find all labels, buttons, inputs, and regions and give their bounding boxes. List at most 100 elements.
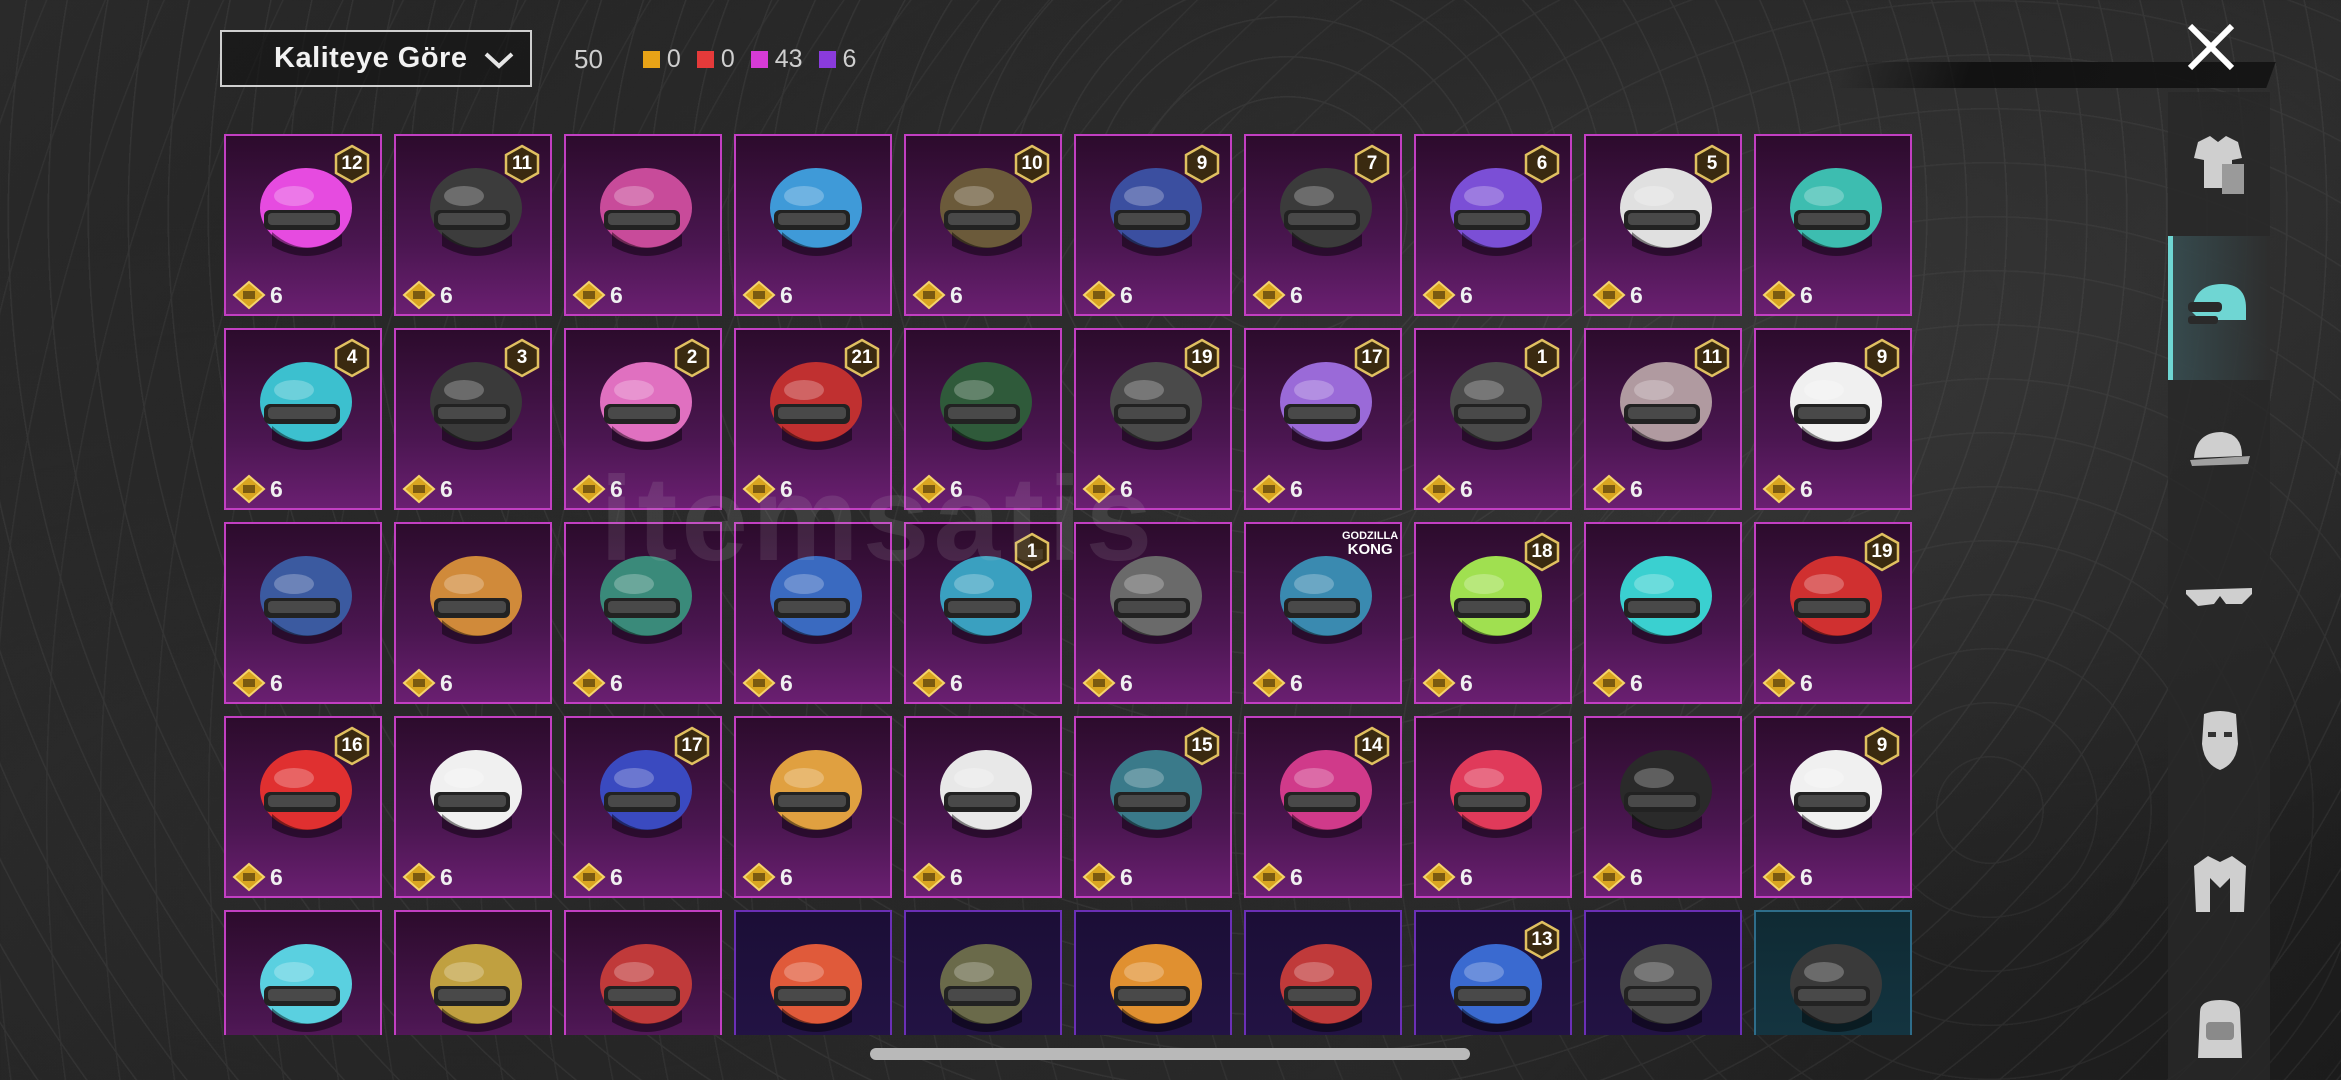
home-indicator[interactable] bbox=[870, 1048, 1470, 1060]
item-card[interactable]: 6 bbox=[1414, 716, 1572, 898]
item-card[interactable]: 6 bbox=[564, 522, 722, 704]
item-card[interactable]: 19 6 bbox=[1754, 522, 1912, 704]
item-card[interactable]: 10 6 bbox=[904, 134, 1062, 316]
level-badge: 4 bbox=[334, 338, 370, 378]
inventory-grid-viewport[interactable]: 12 6 11 6 6 6 10 6 9 6 7 6 6 6 5 6 6 4 6 3 6 2 6 21 6 6 19 6 17 6 1 6 11… bbox=[0, 0, 2341, 1035]
item-card[interactable]: 11 6 bbox=[1584, 328, 1742, 510]
item-card[interactable]: 6 bbox=[394, 522, 552, 704]
sidebar-tab-jacket[interactable] bbox=[2168, 812, 2270, 956]
price-row: 6 bbox=[1762, 474, 1813, 504]
item-card[interactable]: 6 bbox=[224, 522, 382, 704]
level-badge-value: 14 bbox=[1361, 735, 1383, 756]
item-price: 6 bbox=[440, 281, 453, 308]
level-badge-value: 10 bbox=[1021, 153, 1043, 174]
item-card[interactable] bbox=[394, 910, 552, 1035]
item-price: 6 bbox=[270, 669, 283, 696]
price-row: 6 bbox=[232, 862, 283, 892]
item-card[interactable]: 6 bbox=[394, 716, 552, 898]
item-card[interactable]: 6 bbox=[1754, 134, 1912, 316]
item-price: 6 bbox=[1290, 475, 1303, 502]
item-card[interactable]: 6 bbox=[564, 134, 722, 316]
item-price: 6 bbox=[1630, 863, 1643, 890]
item-card[interactable]: 13 bbox=[1414, 910, 1572, 1035]
item-price: 6 bbox=[270, 475, 283, 502]
coin-icon bbox=[1762, 862, 1796, 892]
level-badge: 14 bbox=[1354, 726, 1390, 766]
item-price: 6 bbox=[950, 475, 963, 502]
item-card[interactable]: 16 bbox=[1414, 328, 1572, 510]
item-card[interactable]: 11 6 bbox=[394, 134, 552, 316]
level-badge: 19 bbox=[1864, 532, 1900, 572]
item-card[interactable]: 96 bbox=[1754, 716, 1912, 898]
item-card[interactable]: 6 bbox=[904, 328, 1062, 510]
item-card[interactable]: 17 6 bbox=[1244, 328, 1402, 510]
item-card[interactable] bbox=[1584, 910, 1742, 1035]
helmet-icon bbox=[260, 944, 352, 1032]
item-card[interactable]: 17 6 bbox=[564, 716, 722, 898]
level-badge-value: 6 bbox=[1536, 153, 1548, 174]
item-card[interactable]: 21 6 bbox=[734, 328, 892, 510]
price-row: 6 bbox=[742, 668, 793, 698]
sidebar-tab-outfit[interactable] bbox=[2168, 92, 2270, 236]
sidebar-tab-cap[interactable] bbox=[2168, 380, 2270, 524]
item-card[interactable] bbox=[904, 910, 1062, 1035]
item-card[interactable] bbox=[224, 910, 382, 1035]
item-card[interactable]: 14 6 bbox=[1244, 716, 1402, 898]
item-card[interactable]: 6 bbox=[1074, 522, 1232, 704]
inventory-grid: 12 6 11 6 6 6 10 6 9 6 7 6 6 6 5 6 6 4 6 3 6 2 6 21 6 6 19 6 17 6 1 6 11… bbox=[224, 134, 1912, 1035]
price-row: 6 bbox=[402, 280, 453, 310]
item-price: 6 bbox=[950, 281, 963, 308]
item-card[interactable]: 6 bbox=[734, 716, 892, 898]
item-card[interactable]: 6 bbox=[904, 716, 1062, 898]
coin-icon bbox=[1592, 862, 1626, 892]
coin-icon bbox=[572, 280, 606, 310]
level-badge: 11 bbox=[1694, 338, 1730, 378]
price-row: 6 bbox=[1592, 280, 1643, 310]
level-badge: 9 bbox=[1864, 338, 1900, 378]
item-card[interactable]: 96 bbox=[1754, 328, 1912, 510]
item-card[interactable]: 16 bbox=[904, 522, 1062, 704]
sidebar-tab-glasses[interactable] bbox=[2168, 524, 2270, 668]
item-card[interactable]: 36 bbox=[394, 328, 552, 510]
item-card[interactable] bbox=[564, 910, 722, 1035]
price-row: 6 bbox=[1252, 668, 1303, 698]
coin-icon bbox=[572, 474, 606, 504]
item-card[interactable]: 96 bbox=[1074, 134, 1232, 316]
item-card[interactable] bbox=[1754, 910, 1912, 1035]
helmet-icon bbox=[430, 944, 522, 1032]
item-card[interactable]: 16 6 bbox=[224, 716, 382, 898]
level-badge: 5 bbox=[1694, 144, 1730, 184]
item-card[interactable]: 46 bbox=[224, 328, 382, 510]
coin-icon bbox=[402, 862, 436, 892]
item-card[interactable]: 56 bbox=[1584, 134, 1742, 316]
item-card[interactable]: 6 bbox=[734, 134, 892, 316]
item-card[interactable]: 19 6 bbox=[1074, 328, 1232, 510]
level-badge-value: 9 bbox=[1876, 347, 1888, 368]
item-card[interactable]: 6 bbox=[1584, 716, 1742, 898]
coin-icon bbox=[1252, 862, 1286, 892]
item-card[interactable] bbox=[734, 910, 892, 1035]
item-card[interactable]: 6 bbox=[1584, 522, 1742, 704]
item-card[interactable]: 15 6 bbox=[1074, 716, 1232, 898]
item-card[interactable] bbox=[1244, 910, 1402, 1035]
coin-icon bbox=[232, 280, 266, 310]
sidebar-tab-mask[interactable] bbox=[2168, 668, 2270, 812]
level-badge-value: 7 bbox=[1366, 153, 1378, 174]
helmet-icon bbox=[1620, 750, 1712, 838]
item-card[interactable]: 6 bbox=[734, 522, 892, 704]
item-card[interactable]: 26 bbox=[564, 328, 722, 510]
item-price: 6 bbox=[270, 281, 283, 308]
item-card[interactable]: GODZILLA KONG 6 bbox=[1244, 522, 1402, 704]
price-row: 6 bbox=[402, 862, 453, 892]
sidebar-tab-helmet[interactable] bbox=[2168, 236, 2270, 380]
helmet-icon bbox=[1450, 750, 1542, 838]
item-card[interactable]: 76 bbox=[1244, 134, 1402, 316]
item-price: 6 bbox=[1800, 863, 1813, 890]
item-card[interactable]: 12 6 bbox=[224, 134, 382, 316]
item-card[interactable] bbox=[1074, 910, 1232, 1035]
coin-icon bbox=[1762, 280, 1796, 310]
level-badge-value: 4 bbox=[346, 347, 358, 368]
sidebar-tab-backpack[interactable] bbox=[2168, 956, 2270, 1080]
item-card[interactable]: 66 bbox=[1414, 134, 1572, 316]
item-card[interactable]: 18 6 bbox=[1414, 522, 1572, 704]
